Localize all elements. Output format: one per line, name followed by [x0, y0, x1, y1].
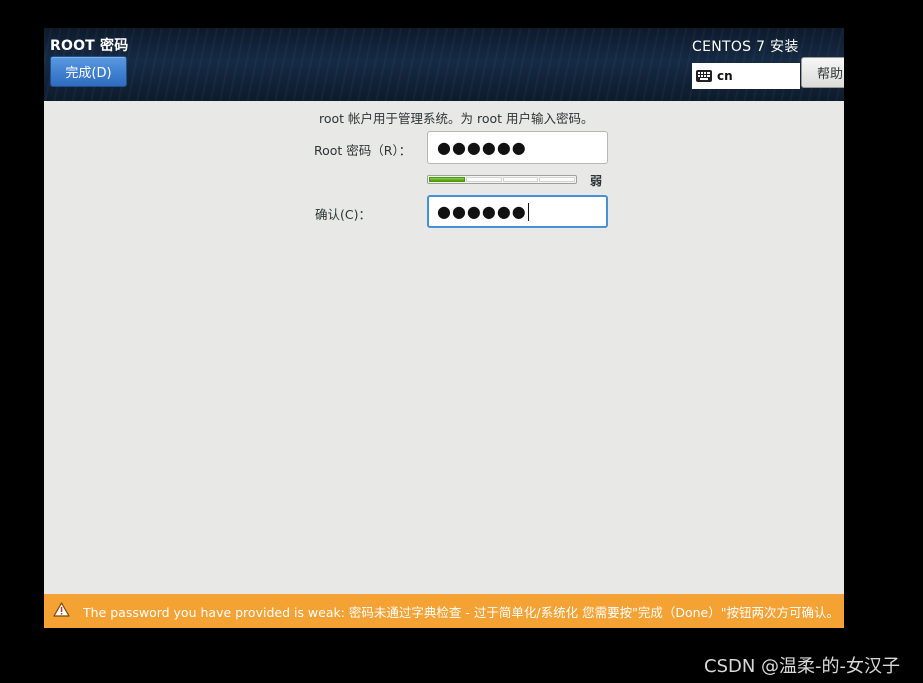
strength-segment-2: [465, 177, 502, 182]
warning-message: The password you have provided is weak: …: [83, 604, 839, 620]
done-button[interactable]: 完成(D): [50, 56, 127, 87]
watermark: CSDN @温柔-的-女汉子: [704, 656, 901, 677]
form-description: root 帐户用于管理系统。为 root 用户输入密码。: [319, 111, 594, 126]
password-strength-label: 弱: [590, 174, 603, 188]
root-password-field[interactable]: ●●●●●●: [427, 131, 608, 164]
header-bar: ROOT 密码 完成(D) CENTOS 7 安装 cn 帮助: [44, 28, 844, 101]
keyboard-layout-label: cn: [717, 69, 733, 83]
strength-segment-4: [539, 177, 575, 182]
warning-triangle-icon: [53, 601, 70, 621]
password-strength-bar: [427, 175, 577, 184]
text-cursor: [527, 202, 529, 221]
warning-bar: The password you have provided is weak: …: [44, 594, 844, 628]
keyboard-icon: [696, 67, 712, 86]
confirm-password-value: ●●●●●●: [437, 202, 527, 221]
help-button[interactable]: 帮助: [801, 57, 844, 88]
confirm-password-field[interactable]: ●●●●●●: [427, 195, 608, 228]
product-title: CENTOS 7 安装: [692, 39, 799, 55]
page-title: ROOT 密码: [50, 38, 129, 54]
installer-window: ROOT 密码 完成(D) CENTOS 7 安装 cn 帮助 root 帐户用…: [44, 28, 844, 628]
root-password-value: ●●●●●●: [437, 138, 527, 157]
strength-segment-3: [502, 177, 539, 182]
root-password-label: Root 密码（R）：: [314, 143, 412, 158]
keyboard-layout-indicator[interactable]: cn: [692, 63, 800, 89]
confirm-password-label: 确认(C)：: [315, 207, 371, 222]
strength-segment-1: [429, 177, 465, 182]
